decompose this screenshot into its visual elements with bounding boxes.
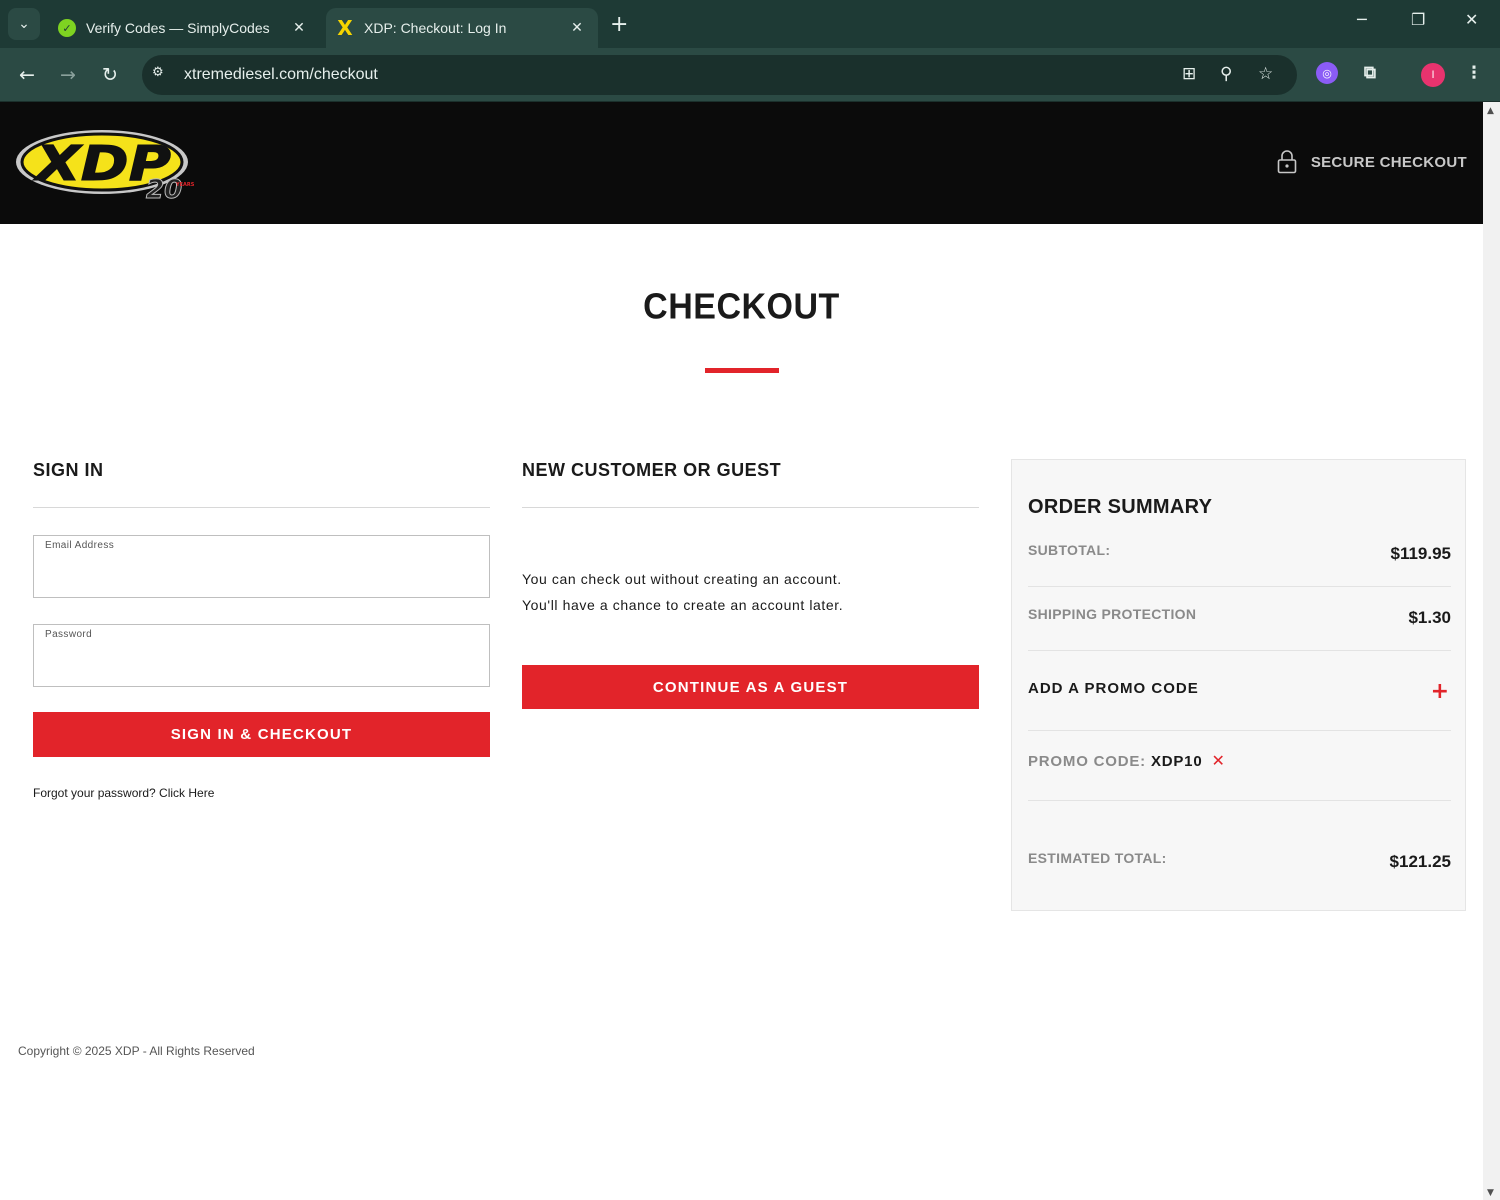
divider (522, 507, 979, 508)
logo-badge-sub: YEARS (175, 182, 195, 188)
page-scrollbar[interactable]: ▲ ▼ (1483, 102, 1500, 1200)
email-field[interactable]: Email Address (33, 535, 490, 598)
secure-checkout-label: SECURE CHECKOUT (1310, 153, 1467, 171)
xdp-icon: X (337, 16, 353, 40)
scroll-down-arrow-icon[interactable]: ▼ (1487, 1188, 1494, 1198)
site-settings-icon[interactable]: ⚙ (152, 65, 164, 80)
email-label: Email Address (45, 540, 115, 551)
email-input[interactable] (44, 560, 479, 590)
subtotal-label: SUBTOTAL: (1028, 542, 1111, 558)
divider (1028, 730, 1451, 731)
translate-icon[interactable]: ⊞ (1182, 64, 1196, 84)
browser-menu-icon[interactable]: ⋮ (1463, 62, 1485, 84)
tab-xdp-checkout[interactable]: X XDP: Checkout: Log In ✕ (326, 8, 598, 48)
forgot-password-link[interactable]: Forgot your password? Click Here (33, 786, 214, 800)
estimated-total-value: $121.25 (1389, 852, 1451, 871)
copyright-text: Copyright © 2025 XDP - All Rights Reserv… (18, 1044, 255, 1058)
site-header: XDP 20 YEARS SECURE CHECKOUT (0, 102, 1483, 224)
minimize-icon[interactable]: ─ (1357, 10, 1367, 29)
estimated-total-label: ESTIMATED TOTAL: (1028, 850, 1167, 866)
browser-toolbar: ← → ↻ ⚙ xtremediesel.com/checkout ⊞ ⚲ ☆ … (0, 48, 1500, 102)
tab-search-chevron-icon[interactable]: ⌄ (8, 8, 40, 40)
page-title: CHECKOUT (643, 287, 840, 327)
scroll-up-arrow-icon[interactable]: ▲ (1487, 106, 1494, 116)
tab-title: Verify Codes — SimplyCodes (86, 20, 270, 36)
browser-tab-bar: ⌄ ✓ Verify Codes — SimplyCodes ✕ X XDP: … (0, 0, 1500, 48)
window-close-icon[interactable]: ✕ (1465, 10, 1478, 29)
guest-heading: NEW CUSTOMER OR GUEST (522, 460, 782, 480)
back-arrow-icon[interactable]: ← (14, 62, 40, 88)
divider (1028, 800, 1451, 801)
promo-code-label: PROMO CODE: (1028, 753, 1146, 770)
forward-arrow-icon[interactable]: → (55, 62, 81, 88)
subtotal-value: $119.95 (1390, 544, 1451, 563)
guest-description: You can check out without creating an ac… (522, 566, 843, 618)
divider (1028, 586, 1451, 587)
divider (33, 507, 490, 508)
password-input[interactable] (44, 649, 479, 679)
secure-checkout-badge: SECURE CHECKOUT (1277, 150, 1467, 174)
bookmark-star-icon[interactable]: ☆ (1258, 64, 1273, 84)
guest-line-2: You'll have a chance to create an accoun… (522, 597, 844, 613)
xdp-logo[interactable]: XDP 20 YEARS (16, 128, 196, 200)
sign-in-heading: SIGN IN (33, 460, 104, 480)
divider (1028, 650, 1451, 651)
profile-avatar[interactable]: I (1421, 63, 1445, 87)
shipping-protection-label: SHIPPING PROTECTION (1028, 606, 1197, 622)
extensions-puzzle-icon[interactable]: ⧉ (1359, 62, 1381, 84)
password-label: Password (45, 629, 93, 640)
new-tab-plus-icon[interactable]: + (610, 12, 628, 37)
plus-icon[interactable]: + (1431, 679, 1449, 704)
close-icon[interactable]: ✕ (288, 20, 310, 36)
url-text[interactable]: xtremediesel.com/checkout (184, 66, 378, 84)
promo-code-value: XDP10 (1150, 753, 1203, 770)
lock-icon (1277, 150, 1297, 174)
tab-title: XDP: Checkout: Log In (364, 20, 507, 36)
guest-line-1: You can check out without creating an ac… (522, 571, 842, 587)
close-icon[interactable]: ✕ (566, 20, 588, 36)
sign-in-checkout-button[interactable]: SIGN IN & CHECKOUT (33, 712, 490, 757)
add-promo-code-toggle[interactable]: ADD A PROMO CODE (1028, 680, 1199, 697)
restore-icon[interactable]: ❐ (1411, 10, 1425, 29)
shipping-protection-value: $1.30 (1408, 608, 1451, 627)
order-summary-title: ORDER SUMMARY (1028, 496, 1213, 518)
reload-icon[interactable]: ↻ (97, 62, 123, 88)
simplycodes-icon: ✓ (58, 19, 76, 37)
extension-simplycodes-icon[interactable]: ◎ (1316, 62, 1338, 84)
zoom-icon[interactable]: ⚲ (1220, 64, 1232, 84)
password-field[interactable]: Password (33, 624, 490, 687)
continue-as-guest-button[interactable]: CONTINUE AS A GUEST (522, 665, 979, 709)
applied-promo-code: PROMO CODE: XDP10 ✕ (1028, 751, 1226, 770)
tab-simplycodes[interactable]: ✓ Verify Codes — SimplyCodes ✕ (48, 8, 320, 48)
address-bar[interactable]: ⚙ xtremediesel.com/checkout ⊞ ⚲ ☆ (142, 55, 1297, 95)
remove-promo-close-icon[interactable]: ✕ (1211, 751, 1225, 770)
order-summary: ORDER SUMMARY SUBTOTAL: $119.95 SHIPPING… (1011, 459, 1466, 911)
title-underline (705, 368, 779, 373)
